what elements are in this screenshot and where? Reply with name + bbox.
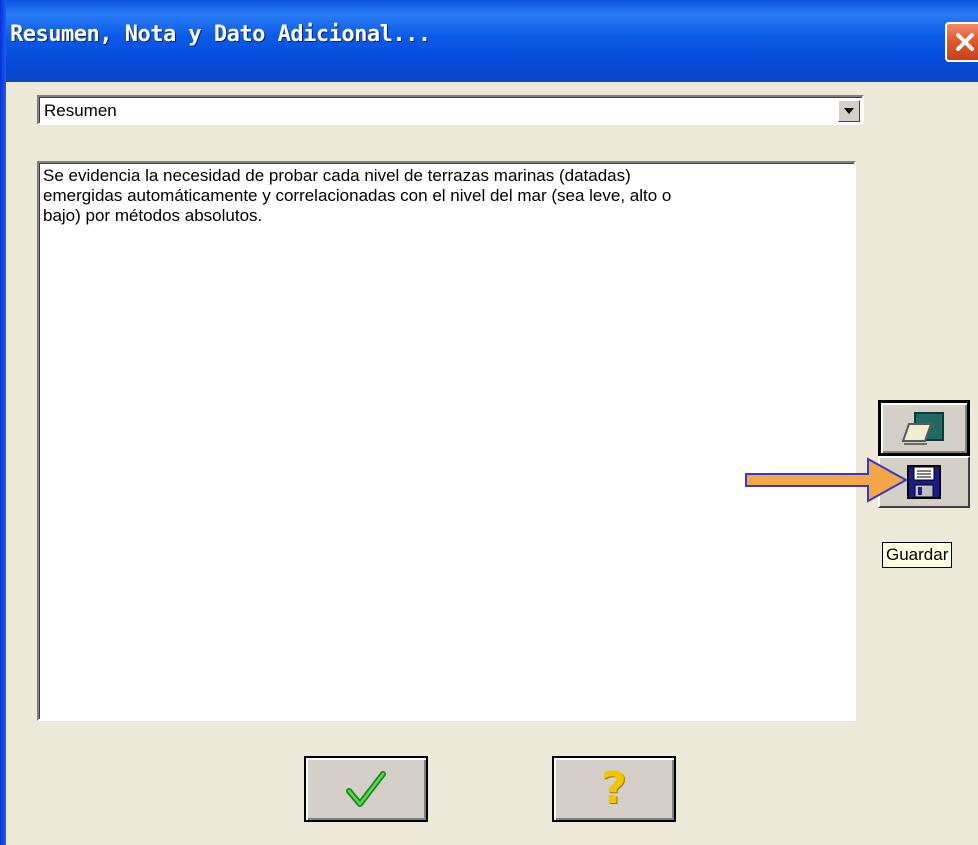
content-textarea[interactable]: Se evidencia la necesidad de probar cada…	[37, 161, 856, 721]
question-mark-icon: ?	[601, 763, 627, 814]
annotation-arrow-icon	[745, 457, 909, 503]
save-tooltip: Guardar	[882, 542, 953, 568]
help-button[interactable]: ?	[552, 756, 676, 822]
close-button[interactable]	[945, 22, 978, 62]
section-select-value: Resumen	[44, 101, 117, 120]
chevron-down-icon	[844, 108, 854, 114]
checkmark-icon	[346, 771, 386, 807]
eraser-icon	[901, 412, 944, 445]
title-bar[interactable]: Resumen, Nota y Dato Adicional...	[0, 0, 978, 82]
window-title: Resumen, Nota y Dato Adicional...	[10, 22, 431, 47]
content-text: Se evidencia la necesidad de probar cada…	[39, 163, 854, 719]
erase-button[interactable]	[878, 400, 970, 456]
ok-button[interactable]	[304, 756, 428, 822]
dialog-window: Resumen, Nota y Dato Adicional... Resume…	[0, 0, 978, 845]
dialog-body: Resumen Se evidencia la necesidad de pro…	[6, 82, 978, 845]
dropdown-arrow-button[interactable]	[838, 100, 860, 122]
section-select[interactable]: Resumen	[37, 95, 864, 125]
close-icon	[956, 33, 974, 51]
